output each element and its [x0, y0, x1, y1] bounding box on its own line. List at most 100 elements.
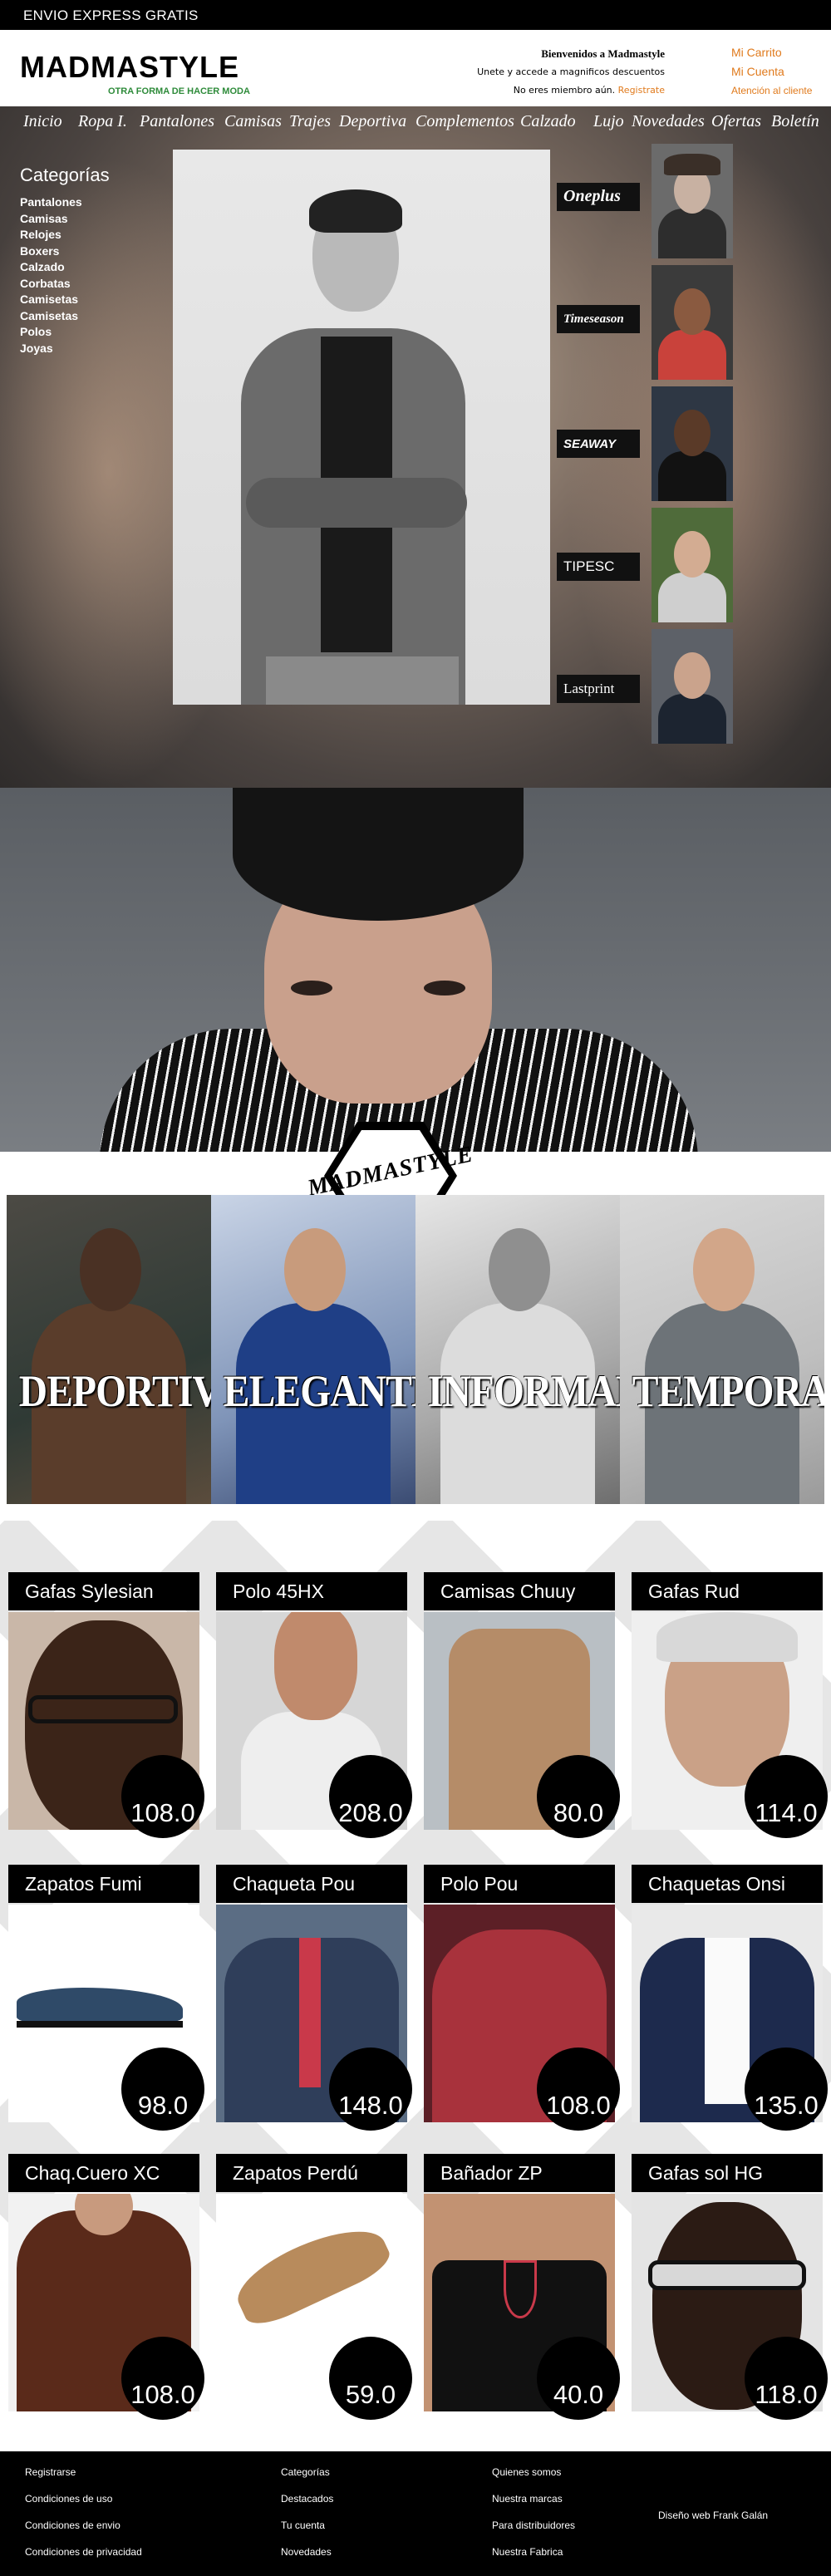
- product-name: Camisas Chuuy: [424, 1572, 615, 1610]
- brand-lastprint[interactable]: Lastprint: [557, 675, 640, 703]
- footer-link[interactable]: Quienes somos: [492, 2466, 575, 2493]
- footer-column: Categorías Destacados Tu cuenta Novedade…: [281, 2466, 333, 2573]
- category-item[interactable]: Joyas: [20, 341, 110, 357]
- register-link[interactable]: Registrate: [618, 85, 665, 96]
- nav-pantalones[interactable]: Pantalones: [140, 112, 214, 131]
- product-card[interactable]: Polo 45HX 208.0: [216, 1572, 412, 1838]
- product-name: Chaqueta Pou: [216, 1865, 407, 1903]
- category-item[interactable]: Corbatas: [20, 276, 110, 293]
- nav-novedades[interactable]: Novedades: [632, 112, 705, 131]
- product-card[interactable]: Gafas Sylesian 108.0: [8, 1572, 204, 1838]
- brand-timeseason[interactable]: Timeseason: [557, 305, 640, 333]
- featured-model-image[interactable]: [173, 150, 550, 705]
- product-price: 208.0: [329, 1755, 412, 1838]
- category-item[interactable]: Boxers: [20, 243, 110, 260]
- banner-eye: [424, 981, 465, 995]
- welcome-title: Bienvenidos a Madmastyle: [541, 47, 665, 60]
- customer-service-link[interactable]: Atención al cliente: [731, 81, 812, 101]
- brand-banner-image: [0, 788, 831, 1152]
- nav-trajes[interactable]: Trajes: [289, 112, 331, 131]
- style-tile-temporada[interactable]: TEMPORADA: [620, 1195, 824, 1504]
- footer-link[interactable]: Condiciones de envio: [25, 2519, 142, 2546]
- style-label: DEPORTIVA: [18, 1366, 211, 1416]
- promo-text: ENVIO EXPRESS GRATIS: [23, 7, 199, 23]
- model-hair: [309, 189, 402, 233]
- product-card[interactable]: Polo Pou 108.0: [424, 1865, 620, 2131]
- footer-link[interactable]: Condiciones de privacidad: [25, 2546, 142, 2573]
- model-thumbnail[interactable]: [652, 386, 733, 501]
- category-item[interactable]: Relojes: [20, 227, 110, 243]
- promo-bar: ENVIO EXPRESS GRATIS: [0, 0, 831, 30]
- footer-link[interactable]: Tu cuenta: [281, 2519, 333, 2546]
- category-item[interactable]: Camisetas: [20, 292, 110, 308]
- product-price: 40.0: [537, 2337, 620, 2420]
- account-links: Mi Carrito Mi Cuenta Atención al cliente: [731, 43, 812, 101]
- design-credit: Diseño web Frank Galán: [658, 2510, 769, 2521]
- product-name: Gafas sol HG: [632, 2154, 823, 2192]
- brand-seaway[interactable]: SEAWAY: [557, 430, 640, 458]
- model-thumbnail[interactable]: [652, 265, 733, 380]
- footer-column: Quienes somos Nuestra marcas Para distri…: [492, 2466, 575, 2573]
- model-thumbnail[interactable]: [652, 629, 733, 744]
- category-title: Categorías: [20, 165, 110, 185]
- category-item[interactable]: Pantalones: [20, 194, 110, 211]
- product-card[interactable]: Zapatos Fumi 98.0: [8, 1865, 204, 2131]
- product-name: Gafas Sylesian: [8, 1572, 199, 1610]
- product-name: Chaq.Cuero XC: [8, 2154, 199, 2192]
- cart-link[interactable]: Mi Carrito: [731, 43, 812, 62]
- footer-link[interactable]: Nuestra Fabrica: [492, 2546, 575, 2573]
- footer-link[interactable]: Nuestra marcas: [492, 2493, 575, 2519]
- brand-label: Oneplus: [563, 187, 621, 205]
- footer-link[interactable]: Categorías: [281, 2466, 333, 2493]
- site-logo[interactable]: MADMASTYLE: [20, 50, 239, 85]
- category-item[interactable]: Polos: [20, 324, 110, 341]
- product-name: Bañador ZP: [424, 2154, 615, 2192]
- footer-link[interactable]: Novedades: [281, 2546, 333, 2573]
- model-jeans: [266, 656, 459, 705]
- style-tile-elegante[interactable]: ELEGANTE: [211, 1195, 416, 1504]
- nav-deportiva[interactable]: Deportiva: [339, 112, 406, 131]
- brand-oneplus[interactable]: Oneplus: [557, 183, 640, 211]
- banner-eye: [291, 981, 332, 995]
- model-thumbnail[interactable]: [652, 144, 733, 258]
- welcome-subtitle: Unete y accede a magnificos descuentos: [477, 66, 665, 77]
- nav-ropa-interior[interactable]: Ropa I.: [78, 112, 127, 131]
- nav-lujo[interactable]: Lujo: [593, 112, 624, 131]
- main-nav: Inicio Ropa I. Pantalones Camisas Trajes…: [0, 106, 831, 141]
- nav-boletin[interactable]: Boletín: [771, 112, 819, 131]
- style-tile-deportiva[interactable]: DEPORTIVA: [7, 1195, 211, 1504]
- brand-label: SEAWAY: [563, 437, 617, 451]
- product-card[interactable]: Gafas sol HG 118.0: [632, 2154, 828, 2420]
- product-card[interactable]: Bañador ZP 40.0: [424, 2154, 620, 2420]
- nav-calzado[interactable]: Calzado: [520, 112, 576, 131]
- product-card[interactable]: Zapatos Perdú 59.0: [216, 2154, 412, 2420]
- nav-ofertas[interactable]: Ofertas: [711, 112, 761, 131]
- footer-link[interactable]: Registrarse: [25, 2466, 142, 2493]
- nav-inicio[interactable]: Inicio: [23, 112, 62, 131]
- nav-camisas[interactable]: Camisas: [224, 112, 282, 131]
- category-sidebar: Categorías Pantalones Camisas Relojes Bo…: [20, 165, 110, 356]
- product-card[interactable]: Chaquetas Onsi 135.0: [632, 1865, 828, 2131]
- nav-complementos[interactable]: Complementos: [416, 112, 514, 131]
- product-card[interactable]: Gafas Rud 114.0: [632, 1572, 828, 1838]
- footer-link[interactable]: Para distribuidores: [492, 2519, 575, 2546]
- category-item[interactable]: Camisetas: [20, 308, 110, 325]
- product-card[interactable]: Chaqueta Pou 148.0: [216, 1865, 412, 2131]
- style-tile-informal[interactable]: INFORMAL: [416, 1195, 620, 1504]
- category-item[interactable]: Camisas: [20, 211, 110, 228]
- category-item[interactable]: Calzado: [20, 259, 110, 276]
- product-card[interactable]: Camisas Chuuy 80.0: [424, 1572, 620, 1838]
- brand-label: Lastprint: [563, 681, 615, 696]
- account-link[interactable]: Mi Cuenta: [731, 62, 812, 81]
- product-price: 114.0: [745, 1755, 828, 1838]
- product-price: 108.0: [121, 2337, 204, 2420]
- product-price: 80.0: [537, 1755, 620, 1838]
- brand-tipesc[interactable]: TIPESC: [557, 553, 640, 581]
- footer-column: Registrarse Condiciones de uso Condicion…: [25, 2466, 142, 2573]
- model-thumbnail[interactable]: [652, 508, 733, 622]
- product-price: 59.0: [329, 2337, 412, 2420]
- product-card[interactable]: Chaq.Cuero XC 108.0: [8, 2154, 204, 2420]
- footer-link[interactable]: Condiciones de uso: [25, 2493, 142, 2519]
- footer-link[interactable]: Destacados: [281, 2493, 333, 2519]
- brand-label: Timeseason: [563, 312, 624, 326]
